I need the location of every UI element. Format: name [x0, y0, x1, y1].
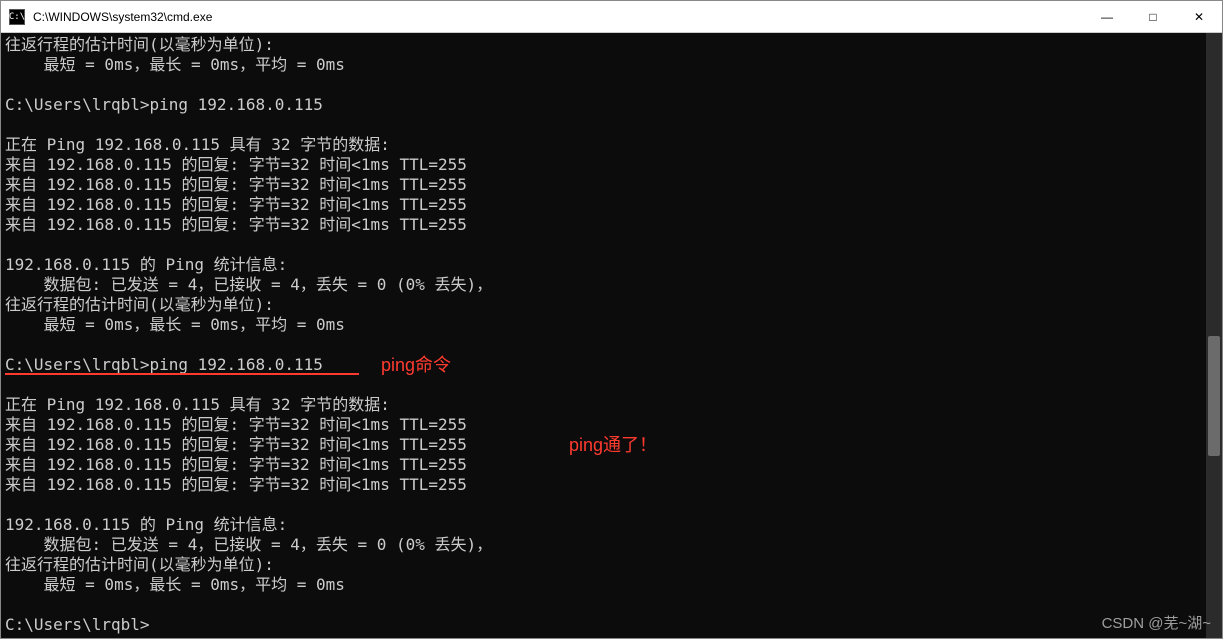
terminal-line: 往返行程的估计时间(以毫秒为单位): — [5, 555, 1202, 575]
terminal-line: 数据包: 已发送 = 4，已接收 = 4，丢失 = 0 (0% 丢失)， — [5, 275, 1202, 295]
terminal-line: C:\Users\lrqbl>ping 192.168.0.115 — [5, 355, 1202, 375]
terminal-line: 往返行程的估计时间(以毫秒为单位): — [5, 295, 1202, 315]
cmd-icon: C:\ — [9, 9, 25, 25]
terminal-line: 数据包: 已发送 = 4，已接收 = 4，丢失 = 0 (0% 丢失)， — [5, 535, 1202, 555]
titlebar[interactable]: C:\ C:\WINDOWS\system32\cmd.exe — □ ✕ — [1, 1, 1222, 33]
terminal-line: 192.168.0.115 的 Ping 统计信息: — [5, 255, 1202, 275]
terminal-line: C:\Users\lrqbl> — [5, 615, 1202, 635]
window-controls: — □ ✕ — [1084, 1, 1222, 32]
terminal-line — [5, 495, 1202, 515]
close-button[interactable]: ✕ — [1176, 1, 1222, 32]
terminal-wrap: 往返行程的估计时间(以毫秒为单位): 最短 = 0ms，最长 = 0ms，平均 … — [1, 33, 1222, 638]
terminal-line: 正在 Ping 192.168.0.115 具有 32 字节的数据: — [5, 395, 1202, 415]
terminal-line — [5, 375, 1202, 395]
terminal-line: 最短 = 0ms，最长 = 0ms，平均 = 0ms — [5, 55, 1202, 75]
terminal-line: 来自 192.168.0.115 的回复: 字节=32 时间<1ms TTL=2… — [5, 415, 1202, 435]
scrollbar-thumb[interactable] — [1208, 336, 1220, 456]
terminal-line: 来自 192.168.0.115 的回复: 字节=32 时间<1ms TTL=2… — [5, 215, 1202, 235]
terminal-line: 来自 192.168.0.115 的回复: 字节=32 时间<1ms TTL=2… — [5, 195, 1202, 215]
terminal-line: 来自 192.168.0.115 的回复: 字节=32 时间<1ms TTL=2… — [5, 175, 1202, 195]
terminal-line: 192.168.0.115 的 Ping 统计信息: — [5, 515, 1202, 535]
terminal-line: 最短 = 0ms，最长 = 0ms，平均 = 0ms — [5, 575, 1202, 595]
terminal-line: 来自 192.168.0.115 的回复: 字节=32 时间<1ms TTL=2… — [5, 435, 1202, 455]
terminal-line — [5, 75, 1202, 95]
terminal-line — [5, 235, 1202, 255]
vertical-scrollbar[interactable] — [1206, 33, 1222, 638]
terminal-line — [5, 335, 1202, 355]
maximize-button[interactable]: □ — [1130, 1, 1176, 32]
terminal-line: 来自 192.168.0.115 的回复: 字节=32 时间<1ms TTL=2… — [5, 155, 1202, 175]
minimize-button[interactable]: — — [1084, 1, 1130, 32]
terminal-line: 来自 192.168.0.115 的回复: 字节=32 时间<1ms TTL=2… — [5, 455, 1202, 475]
window-title: C:\WINDOWS\system32\cmd.exe — [33, 10, 1084, 24]
terminal-line: C:\Users\lrqbl>ping 192.168.0.115 — [5, 95, 1202, 115]
cmd-window: C:\ C:\WINDOWS\system32\cmd.exe — □ ✕ 往返… — [0, 0, 1223, 639]
terminal-line: 往返行程的估计时间(以毫秒为单位): — [5, 35, 1202, 55]
terminal-output[interactable]: 往返行程的估计时间(以毫秒为单位): 最短 = 0ms，最长 = 0ms，平均 … — [1, 33, 1206, 638]
terminal-line: 最短 = 0ms，最长 = 0ms，平均 = 0ms — [5, 315, 1202, 335]
terminal-line: 来自 192.168.0.115 的回复: 字节=32 时间<1ms TTL=2… — [5, 475, 1202, 495]
terminal-line — [5, 595, 1202, 615]
terminal-line: 正在 Ping 192.168.0.115 具有 32 字节的数据: — [5, 135, 1202, 155]
terminal-line — [5, 115, 1202, 135]
